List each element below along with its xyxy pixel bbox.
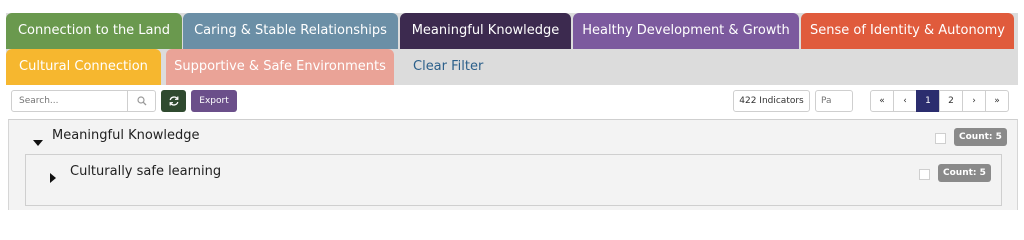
first-page-button[interactable]: « [870, 90, 894, 112]
indicator-count: 422 Indicators [733, 90, 810, 112]
subgroup-culturally-safe-learning: Culturally safe learning Count: 5 [25, 154, 1002, 206]
page-1-button[interactable]: 1 [916, 90, 940, 112]
tab-cultural-connection[interactable]: Cultural Connection [6, 49, 161, 85]
pagination: « ‹ 1 2 › » [870, 90, 1009, 112]
group-meaningful-knowledge: Meaningful Knowledge Count: 5 Culturally… [8, 119, 1018, 210]
export-button[interactable]: Export [191, 90, 237, 112]
group-title[interactable]: Meaningful Knowledge [52, 128, 200, 143]
collapse-icon[interactable] [919, 169, 930, 180]
refresh-button[interactable] [161, 90, 186, 112]
tab-caring-stable-relationships[interactable]: Caring & Stable Relationships [183, 13, 398, 49]
refresh-icon [169, 96, 178, 106]
collapsed-caret-icon[interactable] [50, 173, 56, 183]
search-box [11, 90, 156, 112]
group-count-badge: Count: 5 [954, 128, 1007, 146]
tab-sense-of-identity-autonomy[interactable]: Sense of Identity & Autonomy [801, 13, 1014, 49]
magnifier-icon [136, 96, 146, 106]
tab-meaningful-knowledge[interactable]: Meaningful Knowledge [400, 13, 571, 49]
tab-connection-to-the-land[interactable]: Connection to the Land [6, 13, 182, 49]
page-size-input[interactable] [815, 90, 853, 112]
expand-caret-icon[interactable] [33, 140, 43, 146]
prev-page-button[interactable]: ‹ [893, 90, 917, 112]
search-button[interactable] [127, 91, 155, 111]
tab-healthy-development-growth[interactable]: Healthy Development & Growth [573, 13, 799, 49]
collapse-icon[interactable] [935, 133, 946, 144]
last-page-button[interactable]: » [985, 90, 1009, 112]
search-input[interactable] [12, 91, 128, 111]
next-page-button[interactable]: › [962, 90, 986, 112]
clear-filter-link[interactable]: Clear Filter [400, 49, 496, 85]
page-2-button[interactable]: 2 [939, 90, 963, 112]
domain-filter-tabs: Connection to the Land Caring & Stable R… [6, 13, 1018, 85]
toolbar: Export 422 Indicators « ‹ 1 2 › » [0, 90, 1024, 114]
tab-supportive-safe-environments[interactable]: Supportive & Safe Environments [166, 49, 394, 85]
subgroup-title[interactable]: Culturally safe learning [70, 164, 221, 179]
subgroup-count-badge: Count: 5 [938, 164, 991, 182]
